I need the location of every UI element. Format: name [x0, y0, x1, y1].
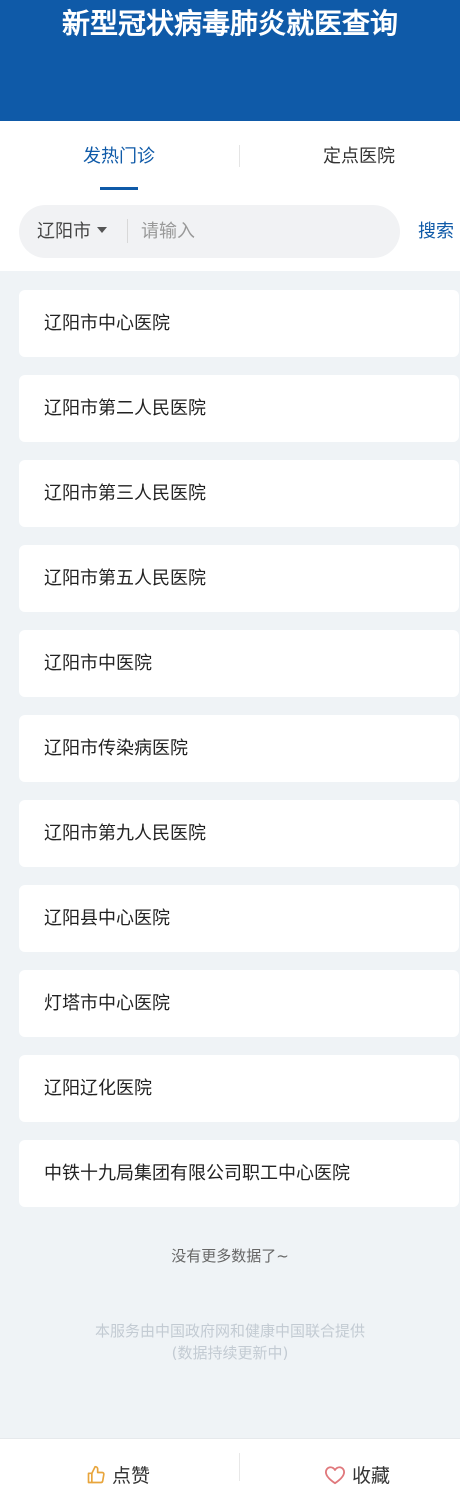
favorite-label: 收藏	[352, 1465, 391, 1487]
search-box: 辽阳市	[19, 205, 400, 258]
hospital-list-item[interactable]: 辽阳辽化医院	[19, 1055, 459, 1122]
thumbs-up-icon	[87, 1465, 105, 1483]
heart-icon	[325, 1465, 345, 1484]
hospital-list: 辽阳市中心医院辽阳市第二人民医院 辽阳市第三人民医院 辽阳市第五人民医院 辽阳市中医院…	[19, 290, 459, 1225]
tab-designated-hospital[interactable]: 定点医院	[240, 121, 460, 191]
hospital-list-item[interactable]: 辽阳市第九人民医院	[19, 800, 459, 867]
footer-note: 本服务由中国政府网和健康中国联合提供 (数据持续更新中)	[0, 1320, 460, 1364]
tab-label: 发热门诊	[83, 146, 155, 167]
hospital-name: 辽阳市第九人民医院	[44, 823, 206, 844]
bottom-divider	[239, 1453, 240, 1481]
like-label: 点赞	[112, 1465, 151, 1487]
hospital-name: 中铁十九局集团有限公司职工中心医院	[44, 1163, 350, 1184]
hospital-list-item[interactable]: 灯塔市中心医院	[19, 970, 459, 1037]
hospital-list-item[interactable]: 辽阳市第五人民医院	[19, 545, 459, 612]
hospital-name: 辽阳市第三人民医院	[44, 483, 206, 504]
hospital-list-item[interactable]: 辽阳市第二人民医院	[19, 375, 459, 442]
active-tab-indicator	[100, 187, 138, 190]
tab-divider	[239, 145, 240, 167]
hospital-list-item[interactable]: 中铁十九局集团有限公司职工中心医院	[19, 1140, 459, 1207]
hospital-name: 辽阳市中心医院	[44, 313, 170, 334]
tab-label: 定点医院	[323, 146, 395, 167]
footer-line-2: (数据持续更新中)	[171, 1344, 289, 1362]
favorite-button[interactable]: 收藏	[324, 1463, 390, 1489]
hospital-list-item[interactable]: 辽阳市第三人民医院	[19, 460, 459, 527]
hospital-list-item[interactable]: 辽阳县中心医院	[19, 885, 459, 952]
search-separator	[127, 219, 128, 243]
hospital-name: 辽阳市第二人民医院	[44, 398, 206, 419]
caret-down-icon	[97, 227, 107, 233]
page-header: 新型冠状病毒肺炎就医查询	[0, 0, 460, 121]
hospital-list-item[interactable]: 辽阳市中医院	[19, 630, 459, 697]
hospital-name: 辽阳辽化医院	[44, 1078, 152, 1099]
list-end-text: 没有更多数据了~	[171, 1247, 289, 1265]
search-button[interactable]: 搜索	[418, 218, 454, 246]
hospital-list-item[interactable]: 辽阳市传染病医院	[19, 715, 459, 782]
hospital-name: 辽阳县中心医院	[44, 908, 170, 929]
hospital-name: 辽阳市传染病医院	[44, 738, 188, 759]
bottom-action-bar: 点赞 收藏	[0, 1438, 460, 1510]
tab-bar: 发热门诊 定点医院	[0, 121, 460, 191]
page-title: 新型冠状病毒肺炎就医查询	[61, 7, 398, 40]
hospital-name: 辽阳市中医院	[44, 653, 152, 674]
search-input[interactable]	[141, 205, 381, 258]
tab-fever-clinic[interactable]: 发热门诊	[0, 121, 238, 191]
like-button[interactable]: 点赞	[86, 1463, 150, 1489]
hospital-list-item[interactable]: 辽阳市中心医院	[19, 290, 459, 357]
city-select-value: 辽阳市	[37, 221, 91, 242]
hospital-name: 辽阳市第五人民医院	[44, 568, 206, 589]
hospital-name: 灯塔市中心医院	[44, 993, 170, 1014]
city-select[interactable]: 辽阳市	[37, 205, 107, 258]
footer-line-1: 本服务由中国政府网和健康中国联合提供	[94, 1322, 365, 1340]
